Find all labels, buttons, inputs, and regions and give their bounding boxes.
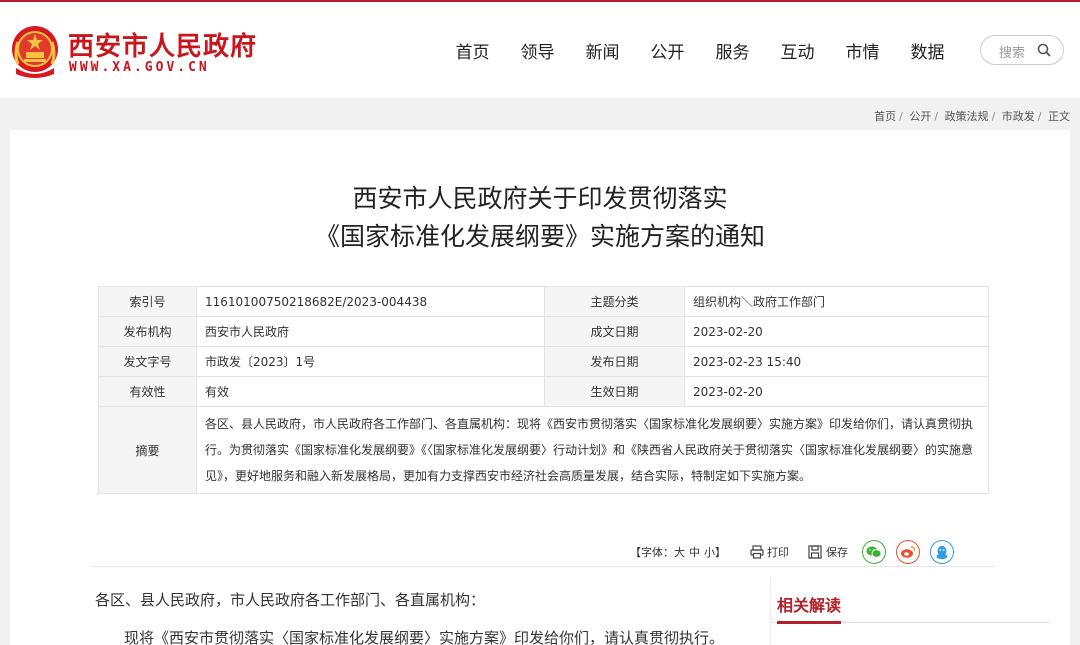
meta-label: 生效日期	[544, 376, 685, 407]
breadcrumb-policies[interactable]: 政策法规	[945, 110, 989, 123]
related-reading-accent	[777, 621, 841, 624]
toolbar-divider	[90, 566, 995, 567]
meta-label: 发布机构	[98, 316, 197, 347]
breadcrumb: 首页 / 公开 / 政策法规 / 市政发 / 正文	[874, 110, 1070, 123]
meta-value: 2023-02-20	[684, 376, 989, 407]
nav-item-public[interactable]: 公开	[635, 38, 700, 63]
meta-value: 有效	[196, 376, 545, 407]
breadcrumb-current: 正文	[1048, 110, 1070, 123]
printer-icon	[750, 545, 764, 559]
meta-label: 有效性	[98, 376, 197, 407]
share-qq-button[interactable]	[930, 540, 954, 564]
meta-value: 西安市人民政府	[196, 316, 545, 347]
site-header: 西安市人民政府 WWW.XA.GOV.CN 首页 领导 新闻 公开 服务 互动 …	[0, 0, 1080, 98]
meta-label: 成文日期	[544, 316, 685, 347]
nav-item-data[interactable]: 数据	[895, 38, 960, 63]
abstract-text: 各区、县人民政府，市人民政府各工作部门、各直属机构：现将《西安市贯彻落实〈国家标…	[196, 406, 989, 494]
meta-label: 主题分类	[544, 286, 685, 317]
print-button[interactable]: 打印	[750, 540, 789, 564]
search-icon[interactable]	[1037, 43, 1051, 57]
font-small-button[interactable]: 小	[704, 544, 715, 560]
article-title-line2: 《国家标准化发展纲要》实施方案的通知	[314, 222, 765, 251]
save-label: 保存	[826, 546, 848, 559]
save-icon	[808, 545, 822, 559]
table-row: 发布机构 西安市人民政府 成文日期 2023-02-20	[98, 316, 989, 347]
site-domain: WWW.XA.GOV.CN	[69, 60, 210, 75]
article-salutation: 各区、县人民政府，市人民政府各工作部门、各直属机构：	[95, 591, 486, 609]
nav-item-news[interactable]: 新闻	[570, 38, 635, 63]
qq-icon	[936, 545, 948, 559]
search-input[interactable]: 搜索	[980, 35, 1064, 65]
site-logo[interactable]: 西安市人民政府 WWW.XA.GOV.CN	[10, 22, 256, 82]
font-size-label: 【字体：	[630, 546, 674, 559]
meta-value: 市政发〔2023〕1号	[196, 346, 545, 377]
font-large-button[interactable]: 大	[674, 544, 685, 560]
meta-label: 发布日期	[544, 346, 685, 377]
meta-label: 摘要	[98, 406, 197, 494]
article-card: 西安市人民政府关于印发贯彻落实 《国家标准化发展纲要》实施方案的通知 索引号 1…	[10, 130, 1070, 645]
nav-item-home[interactable]: 首页	[440, 38, 505, 63]
search-placeholder: 搜索	[999, 46, 1026, 61]
nav-item-interaction[interactable]: 互动	[765, 38, 830, 63]
share-weibo-button[interactable]	[896, 540, 920, 564]
related-reading-title: 相关解读	[777, 596, 842, 615]
main-nav: 首页 领导 新闻 公开 服务 互动 市情 数据	[440, 38, 960, 63]
breadcrumb-public[interactable]: 公开	[909, 110, 931, 123]
meta-value: 11610100750218682E/2023-004438	[196, 286, 545, 317]
breadcrumb-municipal-doc[interactable]: 市政发	[1002, 110, 1035, 123]
weibo-icon	[901, 546, 916, 558]
article-paragraph: 现将《西安市贯彻落实〈国家标准化发展纲要〉实施方案》印发给你们，请认真贯彻执行。	[124, 629, 725, 645]
font-medium-button[interactable]: 中	[689, 544, 700, 560]
meta-value: 组织机构＼政府工作部门	[684, 286, 989, 317]
meta-value: 2023-02-23 15:40	[684, 346, 989, 377]
nav-item-city-info[interactable]: 市情	[830, 38, 895, 63]
sidebar-divider	[770, 578, 771, 645]
meta-value: 2023-02-20	[684, 316, 989, 347]
font-size-control: 【字体： 大 中 小 】	[630, 540, 726, 564]
document-meta-table: 索引号 11610100750218682E/2023-004438 主题分类 …	[98, 286, 989, 494]
breadcrumb-home[interactable]: 首页	[874, 110, 896, 123]
national-emblem-icon	[12, 26, 58, 78]
meta-label: 索引号	[98, 286, 197, 317]
table-row: 发文字号 市政发〔2023〕1号 发布日期 2023-02-23 15:40	[98, 346, 989, 377]
print-label: 打印	[767, 546, 789, 559]
nav-item-services[interactable]: 服务	[700, 38, 765, 63]
save-button[interactable]: 保存	[808, 540, 848, 564]
font-size-suffix: 】	[715, 546, 726, 559]
site-name: 西安市人民政府	[68, 32, 258, 62]
meta-label: 发文字号	[98, 346, 197, 377]
article-title-line1: 西安市人民政府关于印发贯彻落实	[352, 184, 728, 213]
wechat-icon	[866, 546, 882, 558]
article-title: 西安市人民政府关于印发贯彻落实 《国家标准化发展纲要》实施方案的通知	[10, 180, 1070, 256]
share-wechat-button[interactable]	[862, 540, 886, 564]
table-row: 索引号 11610100750218682E/2023-004438 主题分类 …	[98, 286, 989, 317]
table-row: 摘要 各区、县人民政府，市人民政府各工作部门、各直属机构：现将《西安市贯彻落实〈…	[98, 406, 989, 494]
table-row: 有效性 有效 生效日期 2023-02-20	[98, 376, 989, 407]
nav-item-leaders[interactable]: 领导	[505, 38, 570, 63]
